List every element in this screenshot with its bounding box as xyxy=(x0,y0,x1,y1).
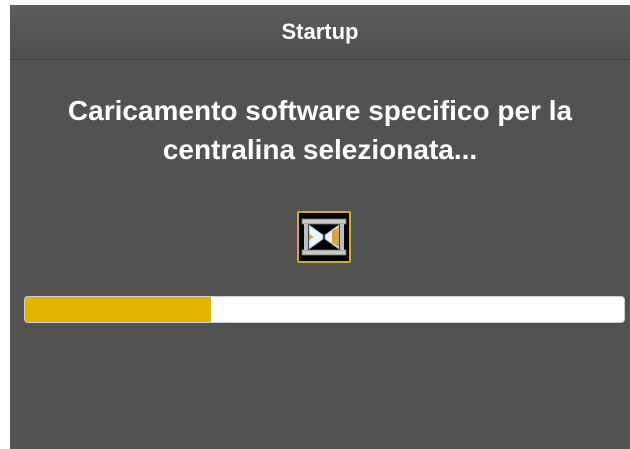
window-title: Startup xyxy=(281,19,359,44)
progress-bar-fill xyxy=(25,297,211,322)
hourglass-icon xyxy=(297,211,351,263)
startup-dialog: Startup Caricamento software specifico p… xyxy=(10,5,630,449)
title-bar: Startup xyxy=(10,5,630,60)
progress-bar xyxy=(24,296,625,323)
loading-message: Caricamento software specifico per la ce… xyxy=(67,95,573,165)
